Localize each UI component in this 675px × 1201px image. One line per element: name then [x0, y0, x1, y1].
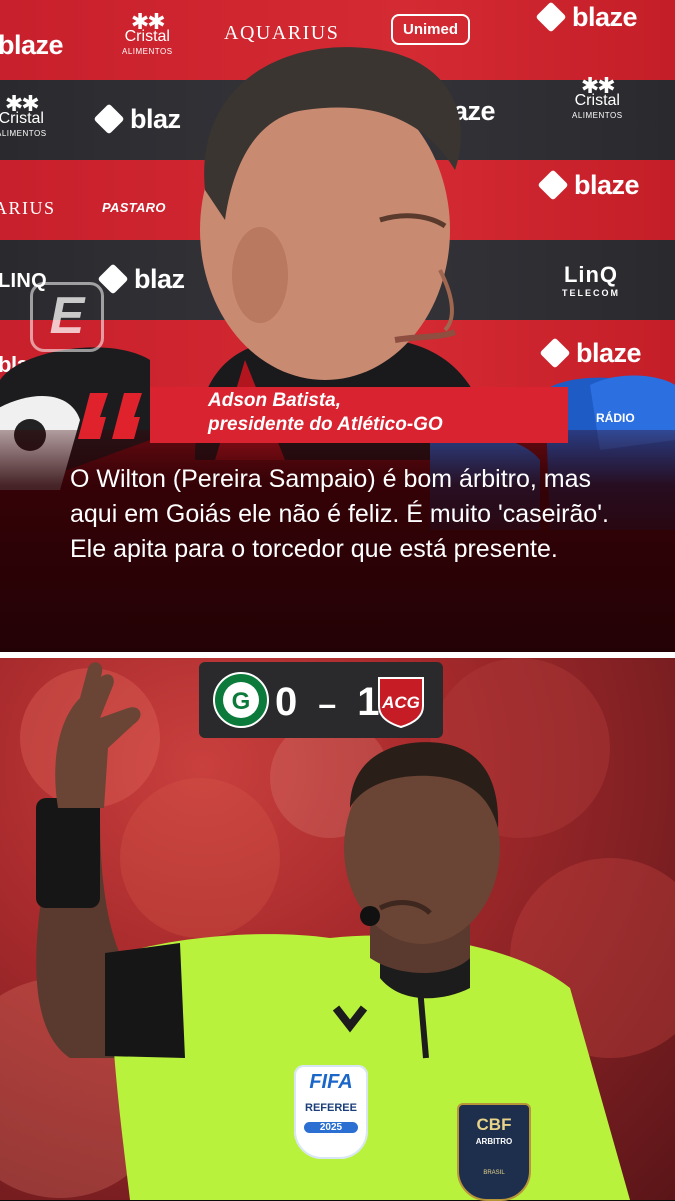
fifa-referee-badge: FIFA REFEREE 2025 — [294, 1065, 368, 1159]
sponsor-blaze-text: blaze — [572, 2, 638, 32]
cbf-badge-arbitro: ARBITRO — [475, 1137, 513, 1146]
score-separator: – — [318, 686, 338, 722]
sponsor-cristal: ✱✱ Cristal ALIMENTOS — [0, 93, 47, 141]
score-text: 0 – 1 — [275, 680, 381, 725]
sponsor-cristal-sub: ALIMENTOS — [572, 111, 623, 120]
interview-panel: blaze ✱✱ Cristal ALIMENTOS AQUARIUS Unim… — [0, 0, 675, 652]
goias-crest-icon: G — [213, 672, 269, 728]
sponsor-blaze: blaze — [0, 30, 64, 60]
blaze-diamond-icon — [93, 103, 125, 135]
sponsor-cristal-name: Cristal — [574, 92, 620, 109]
espn-logo-icon: E — [30, 282, 104, 352]
speaker-role: presidente do Atlético-GO — [208, 414, 443, 435]
svg-text:RÁDIO: RÁDIO — [596, 410, 635, 425]
fifa-badge-referee: REFEREE — [305, 1102, 357, 1114]
quote-text: O Wilton (Pereira Sampaio) é bom árbitro… — [70, 465, 609, 563]
sponsor-cristal: ✱✱ Cristal ALIMENTOS — [572, 75, 623, 123]
sponsor-aquarius-partial: ARIUS — [0, 198, 56, 218]
atletico-go-crest-letters: ACG — [381, 693, 420, 712]
fifa-badge-title: FIFA — [309, 1071, 353, 1093]
blaze-diamond-icon — [537, 169, 569, 201]
atletico-go-crest-icon: ACG — [378, 677, 424, 728]
sponsor-blaze: blaze — [537, 169, 640, 201]
sponsor-cristal-name: Cristal — [0, 110, 44, 127]
cbf-badge-brasil: BRASIL — [483, 1170, 505, 1176]
home-goals: 0 — [275, 680, 299, 724]
blaze-diamond-icon — [535, 1, 567, 33]
cbf-referee-badge: CBF ARBITRO BRASIL — [457, 1103, 531, 1201]
sponsor-linq-name: LinQ — [563, 262, 619, 287]
sponsor-blaze-text: blaze — [574, 170, 640, 200]
fifa-badge-year: 2025 — [304, 1122, 358, 1133]
speaker-name: Adson Batista, — [208, 390, 342, 411]
sponsor-cristal-sub: ALIMENTOS — [0, 129, 47, 138]
quote-mark-icon — [78, 393, 142, 439]
sponsor-linq: LinQ TELECOM — [562, 262, 620, 298]
sponsor-linq-sub: TELECOM — [562, 288, 620, 298]
sponsor-blaze: blaze — [535, 1, 638, 33]
goias-crest-letter: G — [232, 688, 251, 715]
cbf-badge-title: CBF — [476, 1115, 512, 1134]
